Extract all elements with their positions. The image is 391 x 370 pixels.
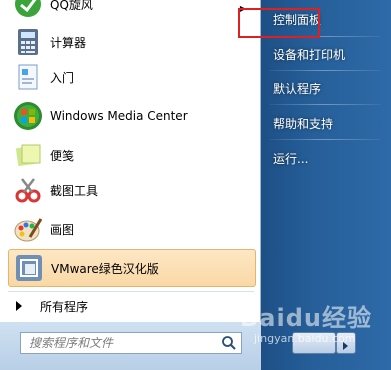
all-programs-label: 所有程序 <box>40 299 89 314</box>
right-divider <box>269 104 381 105</box>
program-label: 计算器 <box>50 35 87 50</box>
vmware-icon <box>13 252 45 284</box>
list-divider <box>8 291 254 292</box>
program-list-pane: QQ旋风 ▶ 计算器 入门 Windows Media Center 便笺 截图… <box>0 0 261 370</box>
all-programs-button[interactable]: 所有程序 <box>8 293 256 319</box>
right-item-run[interactable]: 运行... <box>267 145 385 171</box>
program-label: QQ旋风 <box>50 0 93 12</box>
search-icon[interactable] <box>221 335 237 351</box>
right-item-label: 帮助和支持 <box>273 116 334 131</box>
search-box[interactable] <box>20 332 242 354</box>
program-label: 画图 <box>50 222 75 237</box>
program-item-paint[interactable]: 画图 <box>8 209 256 249</box>
program-label: 便笺 <box>50 148 75 163</box>
search-area <box>0 322 261 370</box>
program-item-qq-xuanfeng[interactable]: QQ旋风 ▶ <box>8 0 256 24</box>
program-item-windows-media-center[interactable]: Windows Media Center <box>8 96 256 136</box>
paint-icon <box>12 213 44 245</box>
right-divider <box>269 139 381 140</box>
right-item-default-programs[interactable]: 默认程序 <box>267 75 385 101</box>
snipping-tool-icon <box>12 174 44 206</box>
program-label: VMware绿色汉化版 <box>51 261 159 276</box>
right-divider <box>269 70 381 71</box>
highlight-annotation-box <box>238 8 320 38</box>
getting-started-icon <box>12 61 44 93</box>
program-item-sticky-notes[interactable]: 便笺 <box>8 135 256 175</box>
right-pane: 控制面板 设备和打印机 默认程序 帮助和支持 运行... <box>261 0 391 370</box>
program-label: 截图工具 <box>50 183 99 198</box>
right-item-label: 默认程序 <box>273 81 322 96</box>
program-label: Windows Media Center <box>50 109 188 123</box>
right-item-label: 设备和打印机 <box>273 47 346 62</box>
search-input[interactable] <box>21 333 221 353</box>
shutdown-button[interactable] <box>292 332 336 354</box>
start-menu: QQ旋风 ▶ 计算器 入门 Windows Media Center 便笺 截图… <box>0 0 391 370</box>
program-item-calculator[interactable]: 计算器 <box>8 22 256 62</box>
program-item-vmware[interactable]: VMware绿色汉化版 <box>8 249 256 287</box>
qq-xuanfeng-icon <box>12 0 44 20</box>
calculator-icon <box>12 26 44 58</box>
windows-media-center-icon <box>12 100 44 132</box>
all-programs-arrow-icon <box>16 301 22 311</box>
right-item-label: 运行... <box>273 151 309 166</box>
right-item-help-support[interactable]: 帮助和支持 <box>267 110 385 136</box>
shutdown-options-button[interactable] <box>336 332 356 354</box>
program-label: 入门 <box>50 70 75 85</box>
program-item-getting-started[interactable]: 入门 <box>8 57 256 97</box>
program-item-snipping-tool[interactable]: 截图工具 <box>8 170 256 210</box>
right-item-devices-printers[interactable]: 设备和打印机 <box>267 41 385 67</box>
sticky-notes-icon <box>12 139 44 171</box>
